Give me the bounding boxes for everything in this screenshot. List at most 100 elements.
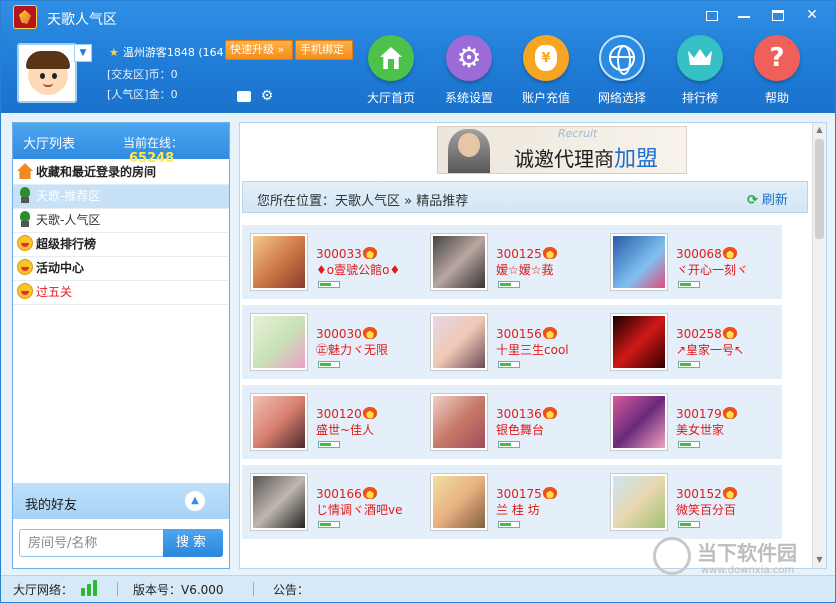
smile-icon xyxy=(17,283,33,299)
hall-list-item[interactable]: 超级排行榜 xyxy=(13,233,229,257)
hot-flame-icon xyxy=(722,245,737,259)
promo-banner[interactable]: Recruit 诚邀代理商加盟 xyxy=(437,126,687,174)
room-card[interactable]: 300136 银色舞台 xyxy=(422,385,602,459)
room-thumbnail[interactable] xyxy=(250,473,308,531)
room-name: ↗皇家一号↖ xyxy=(676,343,745,357)
room-card[interactable]: 300030 ㊣魅力ヾ无限 xyxy=(242,305,422,379)
network-label: 大厅网络： xyxy=(13,583,74,597)
close-button[interactable]: ✕ xyxy=(801,5,823,25)
avatar-dropdown-button[interactable]: ▼ xyxy=(74,44,92,62)
hall-list-item[interactable]: 收藏和最近登录的房间 xyxy=(13,161,229,185)
gear-icon: ⚙ xyxy=(446,35,492,81)
hot-flame-icon xyxy=(542,405,557,419)
hall-list-item[interactable]: 活动中心 xyxy=(13,257,229,281)
room-card[interactable]: 300068 ヾ开心一刻ヾ xyxy=(602,225,782,299)
room-name: 兰 桂 坊 xyxy=(496,503,540,517)
room-card[interactable]: 300179 美女世家 xyxy=(602,385,782,459)
room-thumbnail[interactable] xyxy=(610,313,668,371)
room-search-input[interactable] xyxy=(19,529,169,557)
nav-ranking[interactable]: 排行榜 xyxy=(670,35,730,106)
nav-settings[interactable]: ⚙ 系统设置 xyxy=(439,35,499,106)
globe-icon xyxy=(599,35,645,81)
hot-flame-icon xyxy=(542,325,557,339)
room-id: 300179 xyxy=(676,405,737,421)
my-friends-bar[interactable]: 我的好友 ▲ xyxy=(13,483,229,519)
room-thumbnail[interactable] xyxy=(610,233,668,291)
room-thumbnail[interactable] xyxy=(430,473,488,531)
gear-icon[interactable]: ⚙ xyxy=(259,88,275,104)
room-card[interactable]: 300125 嫒☆嫒☆莪 xyxy=(422,225,602,299)
main-content: Recruit 诚邀代理商加盟 您所在位置：天歌人气区 » 精品推荐 ⟳ 刷新 3… xyxy=(239,122,827,569)
hot-flame-icon xyxy=(362,245,377,259)
mic-icon xyxy=(20,187,30,203)
nav-help[interactable]: ? 帮助 xyxy=(747,35,807,106)
minimize-button[interactable] xyxy=(733,5,755,25)
search-button[interactable]: 搜索 xyxy=(163,529,223,557)
bind-phone-button[interactable]: 手机绑定 xyxy=(295,40,353,60)
nav-recharge[interactable]: ¥ 账户充值 xyxy=(516,35,576,106)
room-row: 300033 ♦o壹號公館o♦ 300125 嫒☆嫒☆莪 300068 ヾ开心一刻ヾ xyxy=(242,225,782,299)
scroll-up-icon[interactable]: ▲ xyxy=(815,125,824,134)
version-label: 版本号：V6.000 xyxy=(133,583,224,597)
hall-list-item[interactable]: 过五关 xyxy=(13,281,229,305)
hall-list-item[interactable]: 天歌-推荐区 xyxy=(13,185,229,209)
room-card[interactable]: 300166 じ情调ヾ酒吧ve xyxy=(242,465,422,539)
double-chevron-icon: » xyxy=(277,43,285,56)
hot-flame-icon xyxy=(542,485,557,499)
coin-balance: [交友区]币：0 xyxy=(107,68,178,81)
scrollbar-thumb[interactable] xyxy=(815,139,824,239)
chevron-up-icon[interactable]: ▲ xyxy=(185,491,205,511)
room-card[interactable]: 300175 兰 桂 坊 xyxy=(422,465,602,539)
room-card[interactable]: 300258 ↗皇家一号↖ xyxy=(602,305,782,379)
room-thumbnail[interactable] xyxy=(430,393,488,451)
minimize-icon xyxy=(738,16,750,18)
room-name: ヾ开心一刻ヾ xyxy=(676,263,749,277)
nav-network[interactable]: 网络选择 xyxy=(592,35,652,106)
room-id: 300068 xyxy=(676,245,737,261)
watermark: 当下软件园 www.downxia.com xyxy=(653,531,823,581)
hot-flame-icon xyxy=(362,405,377,419)
room-thumbnail[interactable] xyxy=(430,233,488,291)
room-name: 美女世家 xyxy=(676,423,725,437)
banner-person-image xyxy=(448,129,490,173)
home-icon xyxy=(368,35,414,81)
header: 天歌人气区 ✕ ▼ ★ 温州游客1848 (164 [交友区]币：0 [人气区]金… xyxy=(1,1,835,113)
room-name: 嫒☆嫒☆莪 xyxy=(496,263,554,277)
room-thumbnail[interactable] xyxy=(250,393,308,451)
room-id: 300136 xyxy=(496,405,557,421)
room-name: 微笑百分百 xyxy=(676,503,737,517)
refresh-button[interactable]: ⟳ 刷新 xyxy=(747,189,788,208)
hall-list-item[interactable]: 天歌-人气区 xyxy=(13,209,229,233)
quick-upgrade-button[interactable]: 快速升级 » xyxy=(225,40,293,60)
hall-list-item-label: 天歌-人气区 xyxy=(36,213,101,227)
room-card[interactable]: 300152 微笑百分百 xyxy=(602,465,782,539)
room-thumbnail[interactable] xyxy=(610,473,668,531)
room-thumbnail[interactable] xyxy=(250,313,308,371)
star-icon: ★ xyxy=(109,46,119,59)
room-row: 300030 ㊣魅力ヾ无限 300156 十里三生cool 300258 ↗皇家一号↖ xyxy=(242,305,782,379)
room-card[interactable]: 300156 十里三生cool xyxy=(422,305,602,379)
smile-icon xyxy=(17,235,33,251)
room-card[interactable]: 300120 盛世~佳人 xyxy=(242,385,422,459)
menu-button[interactable] xyxy=(701,5,723,25)
room-capacity-bar xyxy=(318,281,340,288)
gold-balance: [人气区]金：0 xyxy=(107,88,178,101)
maximize-button[interactable] xyxy=(767,5,789,25)
room-id: 300152 xyxy=(676,485,737,501)
room-id: 300033 xyxy=(316,245,377,261)
breadcrumb-location: 您所在位置：天歌人气区 » 精品推荐 xyxy=(257,194,469,209)
scrollbar[interactable]: ▲ ▼ xyxy=(812,123,826,568)
hall-list-item-label: 过五关 xyxy=(36,285,73,299)
room-capacity-bar xyxy=(678,281,700,288)
room-thumbnail[interactable] xyxy=(610,393,668,451)
hall-list-item-label: 收藏和最近登录的房间 xyxy=(36,165,157,179)
briefcase-icon[interactable] xyxy=(236,88,252,104)
nav-home[interactable]: 大厅首页 xyxy=(361,35,421,106)
avatar[interactable] xyxy=(17,43,77,103)
room-row: 300120 盛世~佳人 300136 银色舞台 300179 美女世家 xyxy=(242,385,782,459)
room-card[interactable]: 300033 ♦o壹號公館o♦ xyxy=(242,225,422,299)
menu-icon xyxy=(706,11,718,21)
room-thumbnail[interactable] xyxy=(250,233,308,291)
room-thumbnail[interactable] xyxy=(430,313,488,371)
question-icon: ? xyxy=(754,35,800,81)
